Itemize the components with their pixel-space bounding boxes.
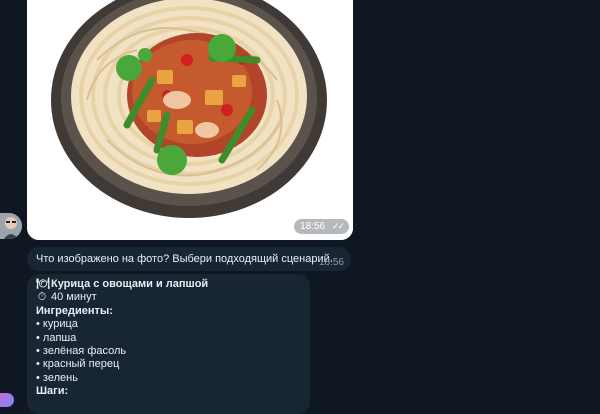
double-check-icon: ✓✓ [331,221,345,231]
photo-timestamp: 18:56 ✓✓ [294,219,349,234]
question-time: 18:56 [318,257,344,268]
plate-icon: 🍽 [36,278,50,290]
chat-area: 18:56 ✓✓ Что изображено на фото? Выбери … [0,0,600,414]
ingredient-item: • зелень [36,371,78,384]
photo-message[interactable]: 18:56 ✓✓ [27,0,353,240]
question-text: Что изображено на фото? Выбери подходящи… [36,253,333,265]
ingredient-item: • зелёная фасоль [36,345,127,358]
ingredients-label: Ингредиенты: [36,304,113,317]
timer-icon: ⏱ [37,291,47,304]
user-avatar[interactable] [0,213,22,239]
recipe-title: Курица с овощами и лапшой [51,278,209,290]
recipe-time-row: ⏱ 40 минут [36,291,301,304]
recipe-title-row: 🍽Курица с овощами и лапшой [36,278,301,291]
food-photo [27,0,353,240]
person-avatar-icon [0,213,22,239]
recipe-message[interactable]: 🍽Курица с овощами и лапшой ⏱ 40 минут Инг… [27,274,310,414]
ingredient-item: • красный перец [36,358,120,371]
recipe-time: 40 минут [51,291,97,304]
ingredient-item: • курица [36,318,78,331]
question-message[interactable]: Что изображено на фото? Выбери подходящи… [27,247,351,271]
steps-label: Шаги: [36,385,69,398]
ingredient-item: • лапша [36,331,77,344]
photo-time-text: 18:56 [300,221,326,232]
bot-avatar[interactable] [0,393,14,407]
